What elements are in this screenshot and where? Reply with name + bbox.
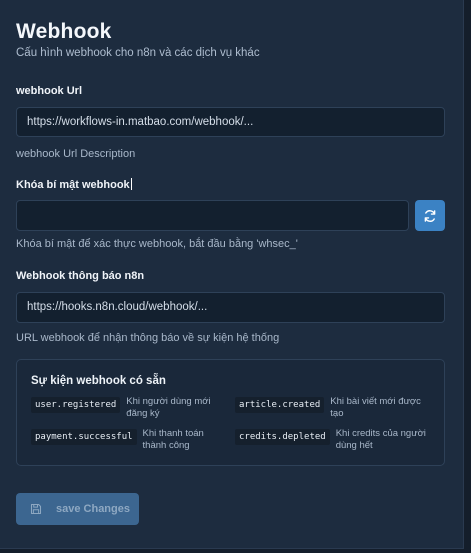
event-description: Khi thanh toán thành công xyxy=(142,428,204,451)
events-title: Sự kiện webhook có sẵn xyxy=(31,375,166,387)
webhook-url-label: webhook Url xyxy=(16,85,83,97)
event-description: Khi người dùng mới đăng ký xyxy=(126,396,211,419)
event-code: payment.successful xyxy=(31,429,137,445)
webhook-url-input[interactable]: https://workflows-in.matbao.com/webhook/… xyxy=(16,107,445,137)
secret-input[interactable] xyxy=(16,200,409,231)
secret-label-text: Khóa bí mật webhook xyxy=(16,179,130,191)
save-changes-label: save Changes xyxy=(56,503,130,515)
notify-url-label: Webhook thông báo n8n xyxy=(16,270,145,282)
webhook-settings-panel: Webhook Cấu hình webhook cho n8n và các … xyxy=(0,0,464,549)
save-changes-button[interactable]: save Changes xyxy=(16,493,139,525)
secret-description: Khóa bí mật để xác thực webhook, bắt đầu… xyxy=(16,238,298,250)
webhook-url-description: webhook Url Description xyxy=(16,148,136,160)
event-description: Khi bài viết mới được tạo xyxy=(330,396,421,419)
event-code: user.registered xyxy=(31,397,121,413)
notify-url-input[interactable]: https://hooks.n8n.cloud/webhook/... xyxy=(16,292,445,323)
event-item: article.created Khi bài viết mới được tạ… xyxy=(235,396,435,420)
event-code: article.created xyxy=(235,397,325,413)
text-cursor xyxy=(130,178,132,190)
generate-secret-button[interactable] xyxy=(415,200,445,231)
event-item: payment.successful Khi thanh toán thành … xyxy=(31,428,227,452)
available-events-box: Sự kiện webhook có sẵn user.registered K… xyxy=(16,359,445,466)
floppy-disk-icon xyxy=(30,503,42,515)
event-code: credits.depleted xyxy=(235,429,330,445)
refresh-icon xyxy=(424,209,436,222)
secret-label: Khóa bí mật webhook xyxy=(16,178,132,191)
notify-url-description: URL webhook để nhận thông báo về sự kiện… xyxy=(16,332,280,344)
event-description: Khi credits của người dùng hết xyxy=(335,428,426,451)
page-title: Webhook xyxy=(16,20,112,43)
event-item: user.registered Khi người dùng mới đăng … xyxy=(31,396,227,420)
event-item: credits.depleted Khi credits của người d… xyxy=(235,428,435,452)
page-subtitle: Cấu hình webhook cho n8n và các dịch vụ … xyxy=(16,47,260,59)
